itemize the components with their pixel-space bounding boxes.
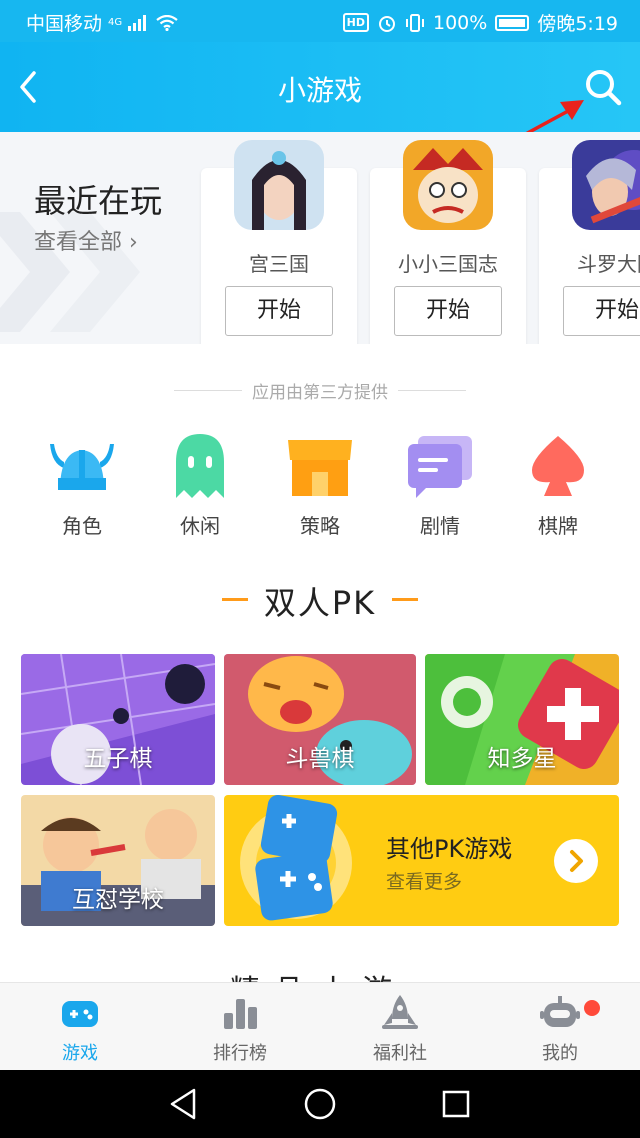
recent-game-card[interactable]: 小小三国志 开始 (370, 140, 526, 344)
game-name: 斗罗大陆 (577, 252, 640, 276)
shop-icon (288, 440, 352, 496)
network-label: 4G (108, 17, 123, 28)
category-label: 棋牌 (538, 514, 578, 538)
viking-helmet-icon (50, 444, 114, 490)
notification-dot (584, 1000, 600, 1016)
status-bar: 中国移动 4G HD 100% 傍晚5:19 (0, 0, 640, 42)
recent-games-section: 最近在玩 查看全部 › 宫三国 开始 小小三国志 开始 斗罗大陆 开始 (0, 132, 640, 344)
tab-me[interactable]: 我的 (500, 991, 620, 1065)
tab-label: 福利社 (373, 1043, 427, 1064)
nav-home-icon[interactable] (300, 1084, 340, 1124)
category-label: 角色 (62, 514, 102, 538)
clock-label: 傍晚5:19 (537, 13, 618, 35)
gamepad-illustration-icon (240, 795, 352, 921)
category-cards[interactable]: 棋牌 (508, 434, 608, 539)
signal-icon (128, 14, 147, 31)
recent-game-card[interactable]: 宫三国 开始 (201, 140, 357, 344)
tab-ranking[interactable]: 排行榜 (180, 991, 300, 1065)
tab-games[interactable]: 游戏 (20, 991, 140, 1065)
bar-chart-icon (224, 999, 257, 1029)
tab-label: 游戏 (62, 1043, 98, 1064)
chevron-right-icon (570, 850, 583, 872)
other-pk-title: 其他PK游戏 (386, 835, 513, 863)
vibrate-icon (406, 13, 424, 32)
pk-tile-animal-chess[interactable]: 斗兽棋 (224, 654, 416, 785)
tab-label: 排行榜 (213, 1043, 267, 1064)
start-button[interactable]: 开始 (225, 286, 333, 336)
game-icon-douluo (572, 140, 640, 230)
alarm-icon (379, 15, 395, 32)
other-pk-games-card[interactable]: 其他PK游戏 查看更多 (224, 795, 619, 926)
spade-icon (532, 436, 584, 496)
ghost-icon (176, 434, 224, 498)
pk-tile-zhiduoxing[interactable]: 知多星 (425, 654, 619, 785)
view-all-label: 查看全部 (34, 230, 123, 255)
rocket-icon (382, 995, 418, 1029)
other-pk-subtitle: 查看更多 (386, 871, 463, 893)
category-label: 休闲 (180, 514, 220, 538)
category-role[interactable]: 角色 (32, 434, 132, 539)
tab-welfare[interactable]: 福利社 (340, 991, 460, 1065)
bottom-tab-bar: 游戏 排行榜 福利社 我的 (0, 982, 640, 1070)
recent-title: 最近在玩 (34, 182, 163, 220)
pk-tile-label: 斗兽棋 (285, 746, 355, 772)
robot-icon (540, 996, 580, 1027)
tab-label: 我的 (542, 1043, 578, 1064)
nav-back-icon[interactable] (164, 1084, 204, 1124)
carrier-label: 中国移动 (26, 13, 103, 35)
battery-percent: 100% (433, 11, 488, 34)
go-button[interactable] (554, 839, 598, 883)
pk-section-title: 双人PK (263, 584, 377, 622)
game-name: 宫三国 (249, 252, 309, 276)
pk-tile-label: 五子棋 (83, 746, 153, 772)
game-icon-palace (234, 140, 324, 230)
category-label: 策略 (300, 514, 340, 538)
category-story[interactable]: 剧情 (390, 434, 490, 539)
category-strategy[interactable]: 策略 (270, 434, 370, 539)
battery-icon (495, 14, 530, 31)
pk-tile-gomoku[interactable]: 五子棋 (21, 654, 215, 785)
wifi-icon (156, 14, 178, 31)
recent-game-card[interactable]: 斗罗大陆 开始 (539, 140, 640, 344)
start-button[interactable]: 开始 (394, 286, 502, 336)
start-button[interactable]: 开始 (563, 286, 640, 336)
provider-note: 应用由第三方提供 (252, 383, 388, 403)
chevron-right-icon: › (122, 230, 138, 255)
hd-icon: HD (342, 13, 369, 32)
gamepad-icon (62, 1001, 98, 1027)
view-all-link[interactable]: 查看全部 › (34, 224, 138, 256)
category-casual[interactable]: 休闲 (150, 434, 250, 539)
pk-tile-label: 互怼学校 (72, 887, 164, 913)
category-label: 剧情 (420, 514, 460, 538)
pk-tile-label: 知多星 (487, 746, 557, 772)
nav-recents-icon[interactable] (436, 1084, 476, 1124)
game-icon-small-three-kingdoms (403, 140, 493, 230)
system-nav-bar (0, 1070, 640, 1138)
game-name: 小小三国志 (398, 252, 498, 276)
section-line-right (392, 598, 418, 601)
pk-tile-school-fight[interactable]: 互怼学校 (21, 795, 215, 926)
chat-bubble-icon (408, 436, 472, 498)
divider-right (398, 390, 466, 391)
